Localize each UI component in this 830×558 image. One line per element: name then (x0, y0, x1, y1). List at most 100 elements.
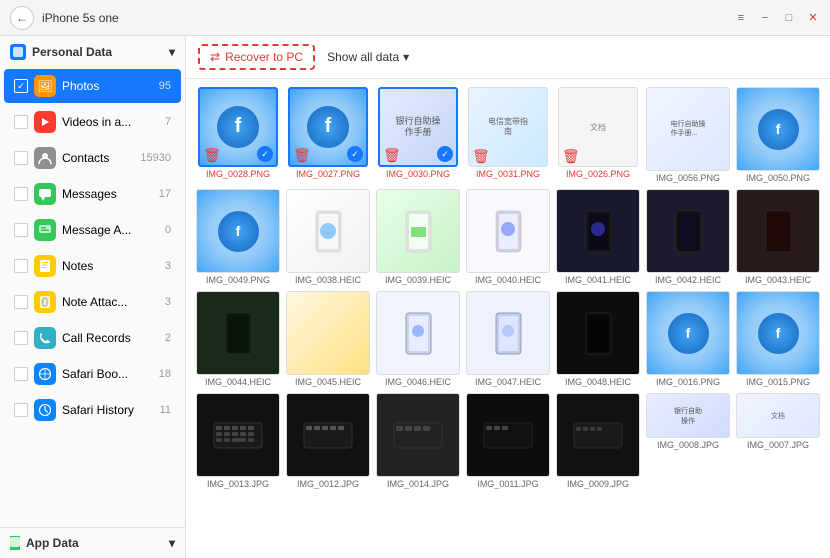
photo-image (213, 418, 263, 453)
photo-thumb[interactable] (376, 291, 460, 375)
sidebar-item-safari-bookmarks[interactable]: Safari Boo... 18 (4, 357, 181, 391)
videos-count: 7 (165, 116, 171, 128)
photo-item[interactable]: IMG_0045.HEIC (286, 291, 370, 387)
photo-item[interactable]: IMG_0011.JPG (466, 393, 550, 489)
sidebar-item-photos[interactable]: ✓ 🖼 Photos 95 (4, 69, 181, 103)
photo-item[interactable]: f IMG_0016.PNG (646, 291, 730, 387)
photo-thumb[interactable] (556, 189, 640, 273)
photo-name: IMG_0031.PNG (466, 169, 550, 179)
photo-thumb[interactable]: f (736, 87, 820, 171)
note-attach-checkbox[interactable] (14, 295, 28, 309)
sidebar-item-messages[interactable]: Messages 17 (4, 177, 181, 211)
photo-item[interactable]: IMG_0039.HEIC (376, 189, 460, 285)
photo-image (491, 311, 526, 356)
photo-thumb[interactable]: f (736, 291, 820, 375)
delete-icon: 🗑 (383, 148, 397, 162)
photo-name: IMG_0042.HEIC (646, 275, 730, 285)
photo-item[interactable]: 文档 🗑 IMG_0026.PNG (556, 87, 640, 183)
safari-history-icon (34, 399, 56, 421)
photo-item[interactable]: IMG_0044.HEIC (196, 291, 280, 387)
photo-item[interactable]: f IMG_0049.PNG (196, 189, 280, 285)
photo-thumb[interactable]: f (646, 291, 730, 375)
photo-item[interactable]: 电信宽带指南 🗑 IMG_0031.PNG (466, 87, 550, 183)
photo-thumb[interactable] (646, 189, 730, 273)
photo-thumb[interactable] (556, 393, 640, 477)
sidebar-item-videos[interactable]: Videos in a... 7 (4, 105, 181, 139)
title-bar: ← iPhone 5s one ≡ − □ ✕ (0, 0, 830, 36)
photo-thumb[interactable] (286, 393, 370, 477)
photo-thumb[interactable]: 电信宽带指南 🗑 (468, 87, 548, 167)
photo-thumb[interactable] (286, 291, 370, 375)
photo-image (671, 209, 706, 254)
photo-thumb[interactable]: 银行自助操作 (646, 393, 730, 438)
messages-checkbox[interactable] (14, 187, 28, 201)
photo-item[interactable]: IMG_0013.JPG (196, 393, 280, 489)
photo-thumb[interactable] (466, 393, 550, 477)
photo-thumb[interactable] (376, 189, 460, 273)
photo-item[interactable]: IMG_0040.HEIC (466, 189, 550, 285)
photo-item[interactable]: IMG_0038.HEIC (286, 189, 370, 285)
app-data-section[interactable]: App Data ▾ (0, 527, 185, 558)
safari-boo-checkbox[interactable] (14, 367, 28, 381)
photo-item[interactable]: 银行自助操作手册 🗑 ✓ IMG_0030.PNG (376, 87, 460, 183)
photo-thumb[interactable] (466, 291, 550, 375)
photo-name: IMG_0044.HEIC (196, 377, 280, 387)
photos-checkbox[interactable]: ✓ (14, 79, 28, 93)
photo-name: IMG_0016.PNG (646, 377, 730, 387)
photo-thumb[interactable]: 银行自助操作手册 🗑 ✓ (378, 87, 458, 167)
photo-item[interactable]: IMG_0012.JPG (286, 393, 370, 489)
photo-thumb[interactable] (556, 291, 640, 375)
safari-history-checkbox[interactable] (14, 403, 28, 417)
menu-button[interactable]: ≡ (734, 11, 748, 25)
back-button[interactable]: ← (10, 6, 34, 30)
contacts-icon (34, 147, 56, 169)
notes-checkbox[interactable] (14, 259, 28, 273)
close-button[interactable]: ✕ (806, 11, 820, 25)
photo-item[interactable]: 银行自助操作 IMG_0008.JPG (646, 393, 730, 489)
sidebar-item-contacts[interactable]: Contacts 15930 (4, 141, 181, 175)
photo-item[interactable]: f 🗑 ✓ IMG_0028.PNG (196, 87, 280, 183)
photo-thumb[interactable] (376, 393, 460, 477)
photo-name: IMG_0007.JPG (736, 440, 820, 450)
photo-item[interactable]: IMG_0041.HEIC (556, 189, 640, 285)
photo-thumb[interactable] (466, 189, 550, 273)
recover-to-pc-button[interactable]: ⇄ Recover to PC (198, 44, 315, 70)
photo-thumb[interactable]: f 🗑 ✓ (198, 87, 278, 167)
photo-thumb[interactable]: f 🗑 ✓ (288, 87, 368, 167)
photo-thumb[interactable] (286, 189, 370, 273)
photo-item[interactable]: IMG_0009.JPG (556, 393, 640, 489)
app-data-label: App Data (26, 536, 79, 550)
sidebar-item-note-attachments[interactable]: Note Attac... 3 (4, 285, 181, 319)
photo-item[interactable]: IMG_0042.HEIC (646, 189, 730, 285)
photo-thumb[interactable]: 电行自助操作手册... (646, 87, 730, 171)
message-attach-checkbox[interactable] (14, 223, 28, 237)
photo-thumb[interactable]: 文档 (736, 393, 820, 438)
photo-item[interactable]: IMG_0014.JPG (376, 393, 460, 489)
minimize-button[interactable]: − (758, 11, 772, 25)
photo-item[interactable]: 电行自助操作手册... IMG_0056.PNG (646, 87, 730, 183)
sidebar-item-message-attachments[interactable]: Message A... 0 (4, 213, 181, 247)
show-all-dropdown[interactable]: Show all data ▾ (327, 50, 409, 64)
photo-item[interactable]: f IMG_0015.PNG (736, 291, 820, 387)
photo-item[interactable]: f 🗑 ✓ IMG_0027.PNG (286, 87, 370, 183)
photo-item[interactable]: 文档 IMG_0007.JPG (736, 393, 820, 489)
sidebar-item-safari-history[interactable]: Safari History 11 (4, 393, 181, 427)
call-records-checkbox[interactable] (14, 331, 28, 345)
photo-thumb[interactable] (196, 393, 280, 477)
photo-item[interactable]: IMG_0048.HEIC (556, 291, 640, 387)
sidebar-item-call-records[interactable]: Call Records 2 (4, 321, 181, 355)
personal-data-section[interactable]: Personal Data ▾ (0, 36, 185, 68)
photo-item[interactable]: f IMG_0050.PNG (736, 87, 820, 183)
videos-checkbox[interactable] (14, 115, 28, 129)
photo-item[interactable]: IMG_0043.HEIC (736, 189, 820, 285)
photo-thumb[interactable] (736, 189, 820, 273)
contacts-checkbox[interactable] (14, 151, 28, 165)
photo-thumb[interactable]: f (196, 189, 280, 273)
photo-thumb[interactable] (196, 291, 280, 375)
maximize-button[interactable]: □ (782, 11, 796, 25)
photo-thumb[interactable]: 文档 🗑 (558, 87, 638, 167)
photo-item[interactable]: IMG_0046.HEIC (376, 291, 460, 387)
photo-item[interactable]: IMG_0047.HEIC (466, 291, 550, 387)
sidebar-item-notes[interactable]: Notes 3 (4, 249, 181, 283)
photo-name: IMG_0048.HEIC (556, 377, 640, 387)
